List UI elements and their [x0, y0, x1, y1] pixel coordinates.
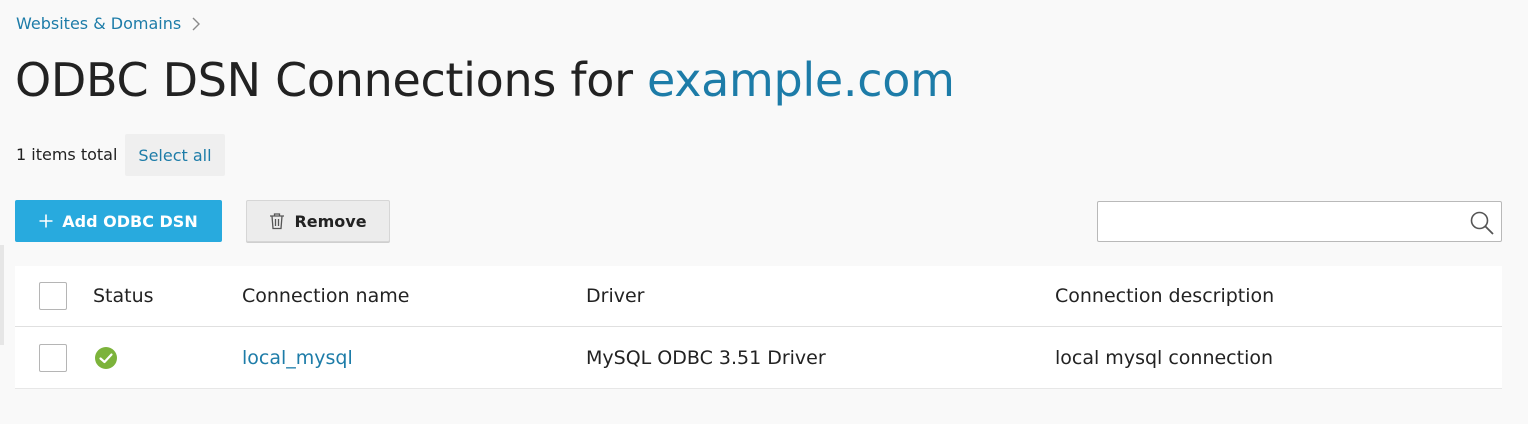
connection-description-cell: local mysql connection	[1055, 346, 1274, 369]
table-row: local_mysql MySQL ODBC 3.51 Driver local…	[15, 327, 1502, 389]
column-header-driver[interactable]: Driver	[586, 266, 644, 326]
select-all-checkbox[interactable]	[39, 282, 67, 310]
page-title-domain-link[interactable]: example.com	[647, 53, 955, 107]
column-header-connection-description[interactable]: Connection description	[1055, 266, 1274, 326]
add-odbc-dsn-button[interactable]: Add ODBC DSN	[15, 200, 222, 242]
chevron-right-icon	[192, 17, 201, 31]
connection-name-link[interactable]: local_mysql	[242, 327, 353, 388]
column-header-connection-name[interactable]: Connection name	[242, 266, 409, 326]
breadcrumb: Websites & Domains	[16, 13, 201, 35]
items-total-count: 1 items total	[16, 145, 118, 164]
remove-button[interactable]: Remove	[246, 200, 390, 242]
driver-cell: MySQL ODBC 3.51 Driver	[586, 346, 826, 369]
table-header-row: Status Connection name Driver Connection…	[15, 266, 1502, 327]
search-box	[1097, 201, 1502, 242]
page-title-prefix: ODBC DSN Connections for	[15, 53, 648, 107]
breadcrumb-websites-domains[interactable]: Websites & Domains	[16, 13, 181, 35]
search-icon[interactable]	[1469, 210, 1495, 236]
trash-icon	[270, 213, 285, 230]
search-input[interactable]	[1098, 202, 1458, 241]
column-header-status[interactable]: Status	[93, 266, 154, 326]
remove-label: Remove	[294, 211, 367, 231]
side-panel-edge	[0, 245, 4, 345]
row-checkbox-cell	[39, 327, 67, 388]
select-all-button[interactable]: Select all	[125, 134, 225, 176]
header-checkbox-cell	[39, 266, 67, 326]
row-checkbox[interactable]	[39, 343, 67, 372]
add-odbc-dsn-label: Add ODBC DSN	[62, 211, 198, 231]
page: Websites & Domains ODBC DSN Connections …	[0, 0, 1528, 424]
odbc-dsn-table: Status Connection name Driver Connection…	[15, 266, 1502, 389]
plus-icon	[39, 214, 53, 228]
row-status-cell	[93, 327, 118, 388]
check-circle-icon	[95, 346, 117, 369]
page-title: ODBC DSN Connections for example.com	[15, 48, 955, 112]
